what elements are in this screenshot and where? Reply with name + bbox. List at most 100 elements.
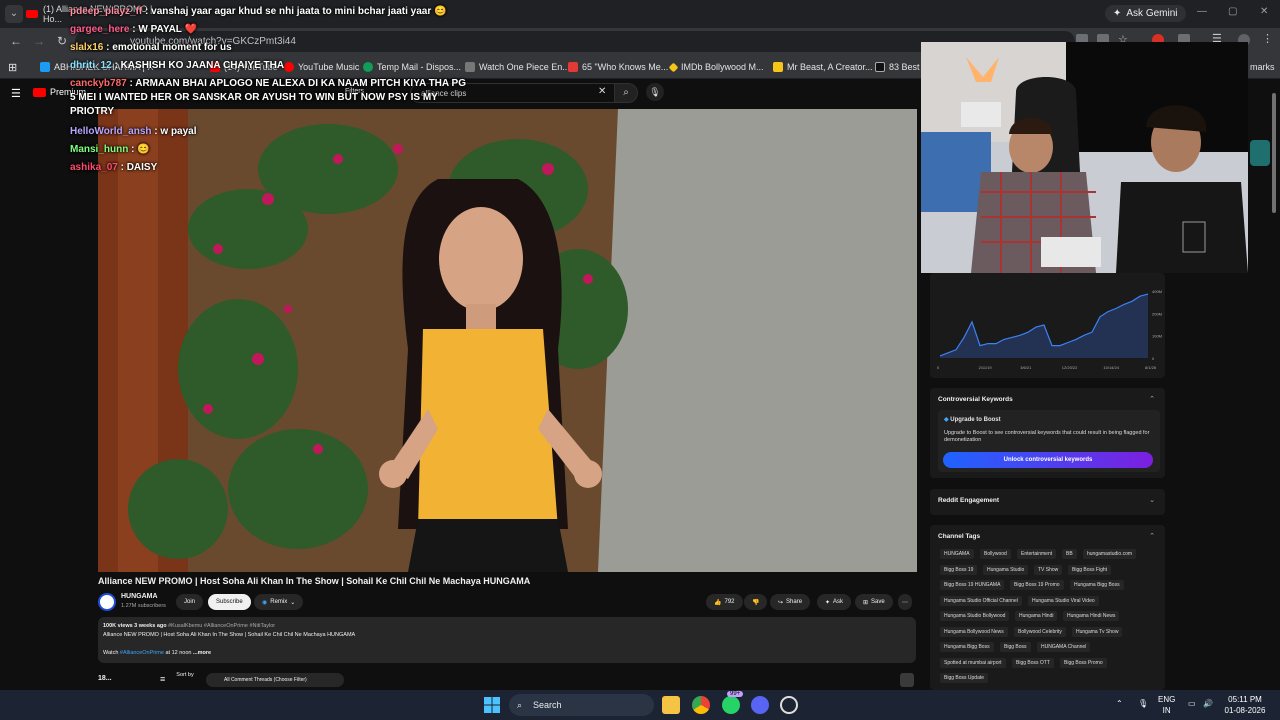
- more-icon[interactable]: ⋮: [1262, 32, 1274, 45]
- dislike-button[interactable]: 👎: [744, 594, 768, 610]
- sort-icon[interactable]: ≡: [160, 674, 165, 684]
- chart-y-tick: 100M: [1152, 334, 1162, 339]
- video-description[interactable]: 100K views 3 weeks ago #KusalKbemu #Alli…: [98, 617, 916, 663]
- upgrade-title-text: Upgrade to Boost: [950, 417, 1001, 423]
- join-label: Join: [184, 599, 196, 605]
- unlock-keywords-button[interactable]: Unlock controversial keywords: [943, 452, 1153, 468]
- chat-message: pdeep_playz_ff : vanshaj yaar agar khud …: [70, 3, 470, 21]
- tab-search-dropdown[interactable]: ⌄: [5, 5, 23, 23]
- ask-button[interactable]: ✦ Ask: [817, 594, 852, 610]
- bookmark-item[interactable]: 65 "Who Knows Me...: [568, 60, 668, 74]
- close-icon[interactable]: ✕: [1260, 6, 1268, 17]
- video-player[interactable]: [98, 109, 917, 572]
- gemini-icon: ✦: [1113, 8, 1122, 19]
- obs-icon[interactable]: [780, 696, 798, 714]
- chevron-down-icon[interactable]: ⌄: [1149, 496, 1155, 504]
- back-icon[interactable]: ←: [10, 34, 22, 48]
- comment-filter-select[interactable]: All Comment Threads (Choose Filter): [206, 673, 344, 687]
- chat-message: HelloWorld_ansh : w payal: [70, 123, 470, 141]
- windows-logo-icon: [484, 697, 500, 713]
- whatsapp-icon[interactable]: [722, 696, 740, 714]
- maximize-icon[interactable]: ▢: [1228, 6, 1237, 17]
- bookmark-label: Mr Beast, A Creator...: [787, 62, 873, 72]
- channel-avatar[interactable]: [98, 593, 116, 611]
- minimize-icon[interactable]: —: [1197, 6, 1207, 17]
- share-label: Share: [786, 599, 803, 605]
- youtube-logo-icon: [33, 87, 46, 97]
- screen: { "browser": { "tab_title": "(1) Allianc…: [0, 0, 1280, 720]
- network-icon[interactable]: ▭: [1188, 698, 1196, 709]
- chart-x-tick: 12/20/22: [1062, 365, 1078, 370]
- discord-icon[interactable]: [751, 696, 769, 714]
- bookmark-item[interactable]: Watch One Piece En...: [465, 60, 570, 74]
- chart-y-tick: 400M: [1152, 289, 1162, 294]
- hamburger-menu-icon[interactable]: ☰: [11, 87, 21, 100]
- chat-message: ashika_07 : DAISY: [70, 159, 470, 177]
- volume-icon[interactable]: 🔊: [1203, 698, 1213, 709]
- reddit-engagement-panel[interactable]: Reddit Engagement ⌄: [930, 489, 1165, 515]
- extension-widget-icon[interactable]: [900, 673, 914, 687]
- channel-tag: Hungama Studio Bollywood: [940, 611, 1010, 621]
- remix-label: Remix: [270, 599, 288, 605]
- bookmark-favicon-icon: [40, 62, 50, 72]
- windows-start-icon[interactable]: [483, 696, 501, 714]
- forward-icon[interactable]: →: [33, 34, 45, 48]
- chevron-up-icon[interactable]: ⌃: [1149, 532, 1155, 540]
- mic-icon[interactable]: 🎙: [646, 83, 664, 101]
- taskbar-search[interactable]: ⌕ Search: [509, 694, 654, 716]
- scrollbar-thumb[interactable]: [1272, 93, 1276, 213]
- views-chart-panel: 400M 200M 100M 0 0 2/11/19 3/6/21 12/20/22 10/14…: [930, 273, 1165, 378]
- hashtag-link[interactable]: #AllianceOnPrime: [120, 650, 164, 656]
- sort-by-button[interactable]: Sort by: [176, 672, 194, 679]
- tray-overflow-icon[interactable]: ⌃: [1116, 698, 1123, 709]
- lang-bottom: IN: [1162, 706, 1171, 715]
- panel-title: Controversial Keywords: [938, 396, 1013, 403]
- taskbar-search-label: Search: [533, 700, 562, 710]
- like-button[interactable]: 👍 792: [706, 594, 743, 610]
- more-link[interactable]: ...more: [193, 650, 211, 656]
- file-explorer-icon[interactable]: [662, 696, 680, 714]
- ask-gemini-button[interactable]: ✦ Ask Gemini: [1105, 5, 1186, 22]
- join-button[interactable]: Join: [176, 594, 204, 610]
- watch-prefix: Watch: [103, 650, 120, 656]
- search-icon[interactable]: ⌕: [614, 83, 638, 103]
- chat-username: canckyb787: [70, 78, 127, 89]
- language-indicator[interactable]: ENG IN: [1158, 694, 1175, 716]
- chart-x-tick: 3/6/21: [1020, 365, 1032, 370]
- webcam-overlay: [921, 42, 1248, 273]
- chart-y-tick: 0: [1152, 356, 1155, 361]
- reload-icon[interactable]: ↻: [57, 34, 67, 48]
- channel-tag: Hungama Bigg Boss: [1070, 580, 1124, 590]
- bookmark-item[interactable]: IMDb Bollywood M...: [668, 60, 764, 74]
- chrome-icon[interactable]: [692, 696, 710, 714]
- subscribe-button[interactable]: Subscribe: [208, 594, 251, 610]
- share-button[interactable]: ↪ Share: [770, 594, 811, 610]
- views-line-chart: 400M 200M 100M 0 0 2/11/19 3/6/21 12/20/22 10/14…: [937, 289, 1162, 370]
- chat-text: : DAISY: [117, 162, 158, 173]
- clock[interactable]: 05:11 PM 01-08-2026: [1222, 694, 1268, 716]
- remix-button[interactable]: ◉ Remix ⌄: [254, 594, 304, 610]
- channel-tag: Hungama Hindi: [1015, 611, 1058, 621]
- chat-message: canckyb787 : ARMAAN BHAI APLOGO NE ALEXA…: [70, 77, 470, 119]
- side-extension-button[interactable]: [1250, 140, 1270, 166]
- channel-name[interactable]: HUNGAMA: [121, 593, 158, 600]
- more-actions-button[interactable]: ⋯: [898, 594, 912, 610]
- all-bookmarks[interactable]: marks: [1250, 60, 1275, 74]
- watch-suffix: at 12 noon: [163, 650, 192, 656]
- microphone-icon[interactable]: 🎙: [1138, 698, 1148, 709]
- bookmark-label: IMDb Bollywood M...: [681, 62, 764, 72]
- channel-tag: hungamastudio.com: [1083, 549, 1137, 559]
- bookmark-item[interactable]: Mr Beast, A Creator...: [773, 60, 873, 74]
- stream-chat-overlay: pdeep_playz_ff : vanshaj yaar agar khud …: [70, 3, 470, 177]
- chevron-up-icon[interactable]: ⌃: [1149, 395, 1155, 403]
- clear-search-icon[interactable]: ✕: [598, 86, 606, 97]
- channel-tag: HUNGAMA: [940, 549, 974, 559]
- save-button[interactable]: ⊞ Save: [855, 594, 893, 610]
- apps-grid-icon[interactable]: ⊞: [8, 60, 17, 74]
- channel-tag: Bigg Boss 19 HUNGAMA: [940, 580, 1005, 590]
- description-watch-line: Watch #AllianceOnPrime at 12 noon ...mor…: [103, 649, 911, 658]
- channel-tag: Bigg Boss 19: [940, 564, 978, 575]
- channel-tag: Bigg Boss OTT: [1012, 657, 1054, 668]
- thumbs-up-icon: 👍: [714, 599, 722, 606]
- chat-username: gargee_here: [70, 24, 130, 35]
